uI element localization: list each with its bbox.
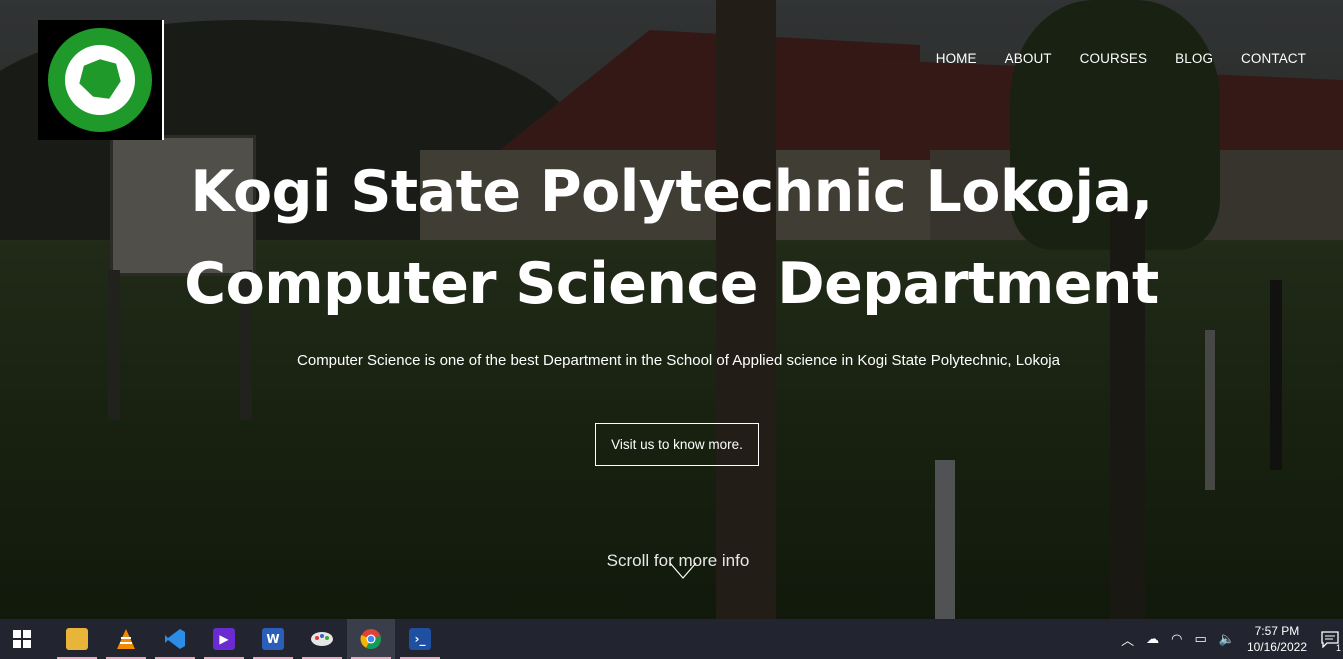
file-explorer-icon: [66, 628, 88, 650]
hero-title-line-2: Computer Science Department: [184, 251, 1159, 317]
chevron-up-icon[interactable]: ︿: [1121, 630, 1134, 649]
site-logo[interactable]: [38, 20, 164, 140]
powershell-icon: ›_: [409, 628, 431, 650]
taskbar-word[interactable]: W: [249, 619, 297, 659]
nav-about[interactable]: ABOUT: [1005, 51, 1052, 66]
clock[interactable]: 7:57 PM 10/16/2022: [1247, 623, 1307, 655]
taskbar-file-explorer[interactable]: [53, 619, 101, 659]
clock-date: 10/16/2022: [1246, 640, 1307, 654]
word-icon: W: [262, 628, 284, 650]
taskbar-powershell[interactable]: ›_: [396, 619, 444, 659]
clock-time: 7:57 PM: [1254, 624, 1300, 638]
nav-courses[interactable]: COURSES: [1080, 51, 1147, 66]
taskbar-chrome[interactable]: [347, 619, 395, 659]
paint-icon: [311, 632, 333, 646]
taskbar-video-player[interactable]: ▶: [200, 619, 248, 659]
nav-contact[interactable]: CONTACT: [1241, 51, 1306, 66]
nav-blog[interactable]: BLOG: [1175, 51, 1213, 66]
nigeria-map-icon: [79, 59, 121, 99]
cloud-icon[interactable]: ☁: [1146, 632, 1159, 647]
start-button[interactable]: [0, 619, 44, 659]
vscode-icon: [165, 629, 185, 649]
video-player-icon: ▶: [213, 628, 235, 650]
notification-button[interactable]: 1: [1317, 619, 1343, 659]
wifi-icon[interactable]: ◠: [1171, 632, 1182, 647]
notification-count: 1: [1335, 643, 1341, 653]
hero-title: Kogi State Polytechnic Lokoja, Computer …: [0, 146, 1343, 330]
battery-icon[interactable]: ▭: [1194, 632, 1206, 647]
logo-emblem: [48, 28, 152, 132]
taskbar-vscode[interactable]: [151, 619, 199, 659]
windows-icon: [13, 630, 31, 648]
visit-us-button[interactable]: Visit us to know more.: [595, 423, 759, 466]
hero-section: HOME ABOUT COURSES BLOG CONTACT Kogi Sta…: [0, 0, 1343, 619]
chrome-icon: [360, 629, 381, 650]
nav-home[interactable]: HOME: [936, 51, 977, 66]
taskbar-vlc[interactable]: [102, 619, 150, 659]
vlc-icon: [117, 629, 135, 649]
hero-title-line-1: Kogi State Polytechnic Lokoja,: [190, 159, 1153, 225]
hero-subtitle: Computer Science is one of the best Depa…: [297, 352, 1060, 369]
taskbar-paint[interactable]: [298, 619, 346, 659]
volume-icon[interactable]: 🔈: [1219, 632, 1235, 647]
taskbar: ▶ W ›_ ︿ ☁ ◠ ▭ 🔈 7:57 PM 10/16/2022 1: [0, 619, 1343, 659]
system-tray: ︿ ☁ ◠ ▭ 🔈 7:57 PM 10/16/2022 1: [1115, 619, 1343, 659]
main-nav: HOME ABOUT COURSES BLOG CONTACT: [908, 51, 1306, 66]
chevron-down-icon[interactable]: [668, 560, 698, 582]
